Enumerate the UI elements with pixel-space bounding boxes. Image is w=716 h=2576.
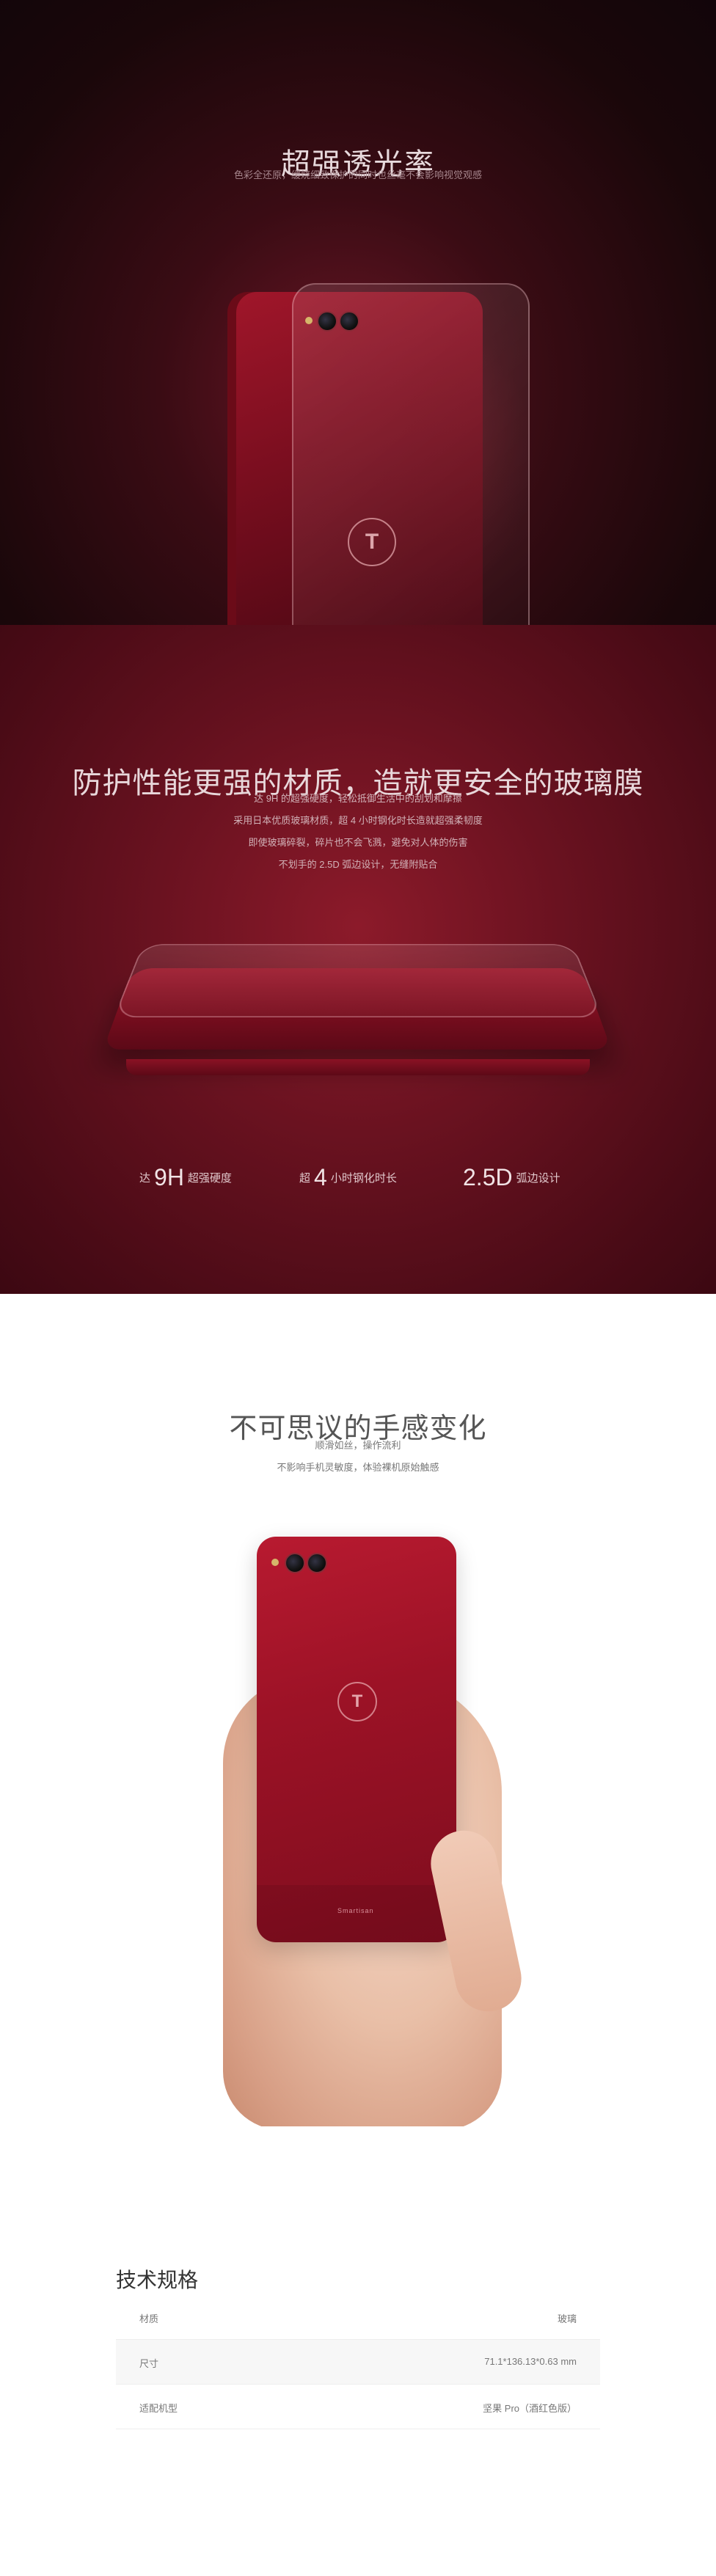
phone-in-hand-image: T Smartisan	[257, 1537, 456, 1942]
protection-line: 采用日本优质玻璃材质，超 4 小时钢化时长造就超强柔韧度	[233, 815, 483, 826]
specs-table: 材质 玻璃 尺寸 71.1*136.13*0.63 mm 适配机型 坚果 Pro…	[116, 2295, 600, 2429]
phone-edge-image	[126, 1059, 590, 1075]
spec-label: 适配机型	[139, 2403, 178, 2414]
spec-value: 玻璃	[557, 2313, 577, 2324]
protection-line: 即使玻璃碎裂，碎片也不会飞溅，避免对人体的伤害	[248, 837, 468, 848]
glass-protector-image	[292, 283, 530, 625]
protection-section: 防护性能更强的材质，造就更安全的玻璃膜 达 9H 的超强硬度，轻松抵御生活中的刮…	[0, 625, 716, 1294]
stat-edge: 2.5D 弧边设计	[463, 1164, 560, 1190]
spec-label: 材质	[139, 2313, 159, 2324]
spec-label: 尺寸	[139, 2358, 159, 2369]
stat-hardness: 达 9H 超强硬度	[139, 1164, 232, 1190]
spec-value: 71.1*136.13*0.63 mm	[484, 2356, 577, 2367]
spec-row-size: 尺寸 71.1*136.13*0.63 mm	[116, 2340, 600, 2385]
camera-lens-icon	[285, 1553, 305, 1573]
dual-camera-icon	[305, 311, 364, 332]
camera-lens-icon	[339, 311, 359, 332]
feel-line: 顺滑如丝，操作流利	[315, 1440, 401, 1451]
spec-value: 坚果 Pro（酒红色版）	[483, 2403, 577, 2414]
protection-line: 不划手的 2.5D 弧边设计，无缝附贴合	[278, 859, 438, 870]
feel-line: 不影响手机灵敏度，体验裸机原始触感	[277, 1462, 439, 1473]
transmittance-subtitle: 色彩全还原，缓烧细致保护的同时也丝毫不会影响视觉观感	[233, 169, 482, 180]
specs-section: 技术规格 材质 玻璃 尺寸 71.1*136.13*0.63 mm 适配机型 坚…	[0, 2126, 716, 2576]
spec-row-compatible-model: 适配机型 坚果 Pro（酒红色版）	[116, 2385, 600, 2429]
protection-line: 达 9H 的超强硬度，轻松抵御生活中的刮划和摩擦	[254, 793, 462, 804]
flash-icon	[305, 317, 313, 324]
t-logo-icon: T	[348, 518, 396, 566]
feel-section: 不可思议的手感变化 顺滑如丝，操作流利 不影响手机灵敏度，体验裸机原始触感 T …	[0, 1294, 716, 2126]
protection-description: 达 9H 的超强硬度，轻松抵御生活中的刮划和摩擦 采用日本优质玻璃材质，超 4 …	[0, 788, 716, 876]
transmittance-section: 超强透光率 色彩全还原，缓烧细致保护的同时也丝毫不会影响视觉观感 T	[0, 0, 716, 625]
product-page: 超强透光率 色彩全还原，缓烧细致保护的同时也丝毫不会影响视觉观感 T 防护性能更…	[0, 0, 716, 2576]
glass-sheet-image	[113, 944, 603, 1018]
brand-label: Smartisan	[337, 1907, 374, 1914]
stat-tempering: 超 4 小时钢化时长	[299, 1164, 397, 1190]
spec-row-material: 材质 玻璃	[116, 2295, 600, 2340]
t-logo-icon: T	[337, 1682, 377, 1721]
stats-row: 达 9H 超强硬度 超 4 小时钢化时长 2.5D 弧边设计	[0, 1164, 716, 1208]
camera-lens-icon	[307, 1553, 327, 1573]
camera-lens-icon	[317, 311, 337, 332]
flash-icon	[271, 1559, 279, 1566]
feel-description: 顺滑如丝，操作流利 不影响手机灵敏度，体验裸机原始触感	[0, 1435, 716, 1479]
specs-title: 技术规格	[116, 2269, 199, 2291]
